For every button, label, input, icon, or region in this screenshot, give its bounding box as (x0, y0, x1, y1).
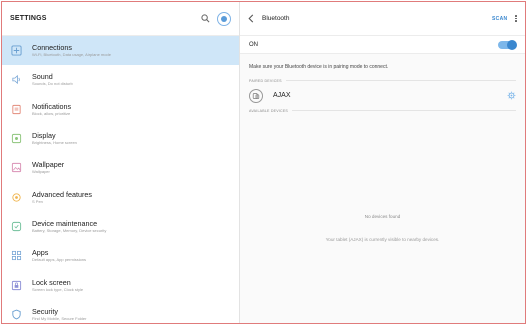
settings-header: SETTINGS (2, 2, 239, 36)
menu-sub: Wi-Fi, Bluetooth, Data usage, Airplane m… (32, 52, 111, 58)
menu-label: Lock screen (32, 277, 71, 287)
wallpaper-icon (10, 162, 22, 174)
menu-item-lock-screen[interactable]: Lock screen Screen lock type, Clock style (2, 270, 239, 299)
search-icon[interactable] (199, 12, 212, 25)
sound-icon (10, 74, 22, 86)
menu-sub: Sounds, Do not disturb (32, 81, 73, 87)
back-arrow-icon[interactable] (248, 14, 256, 24)
menu-sub: Block, allow, prioritize (32, 110, 71, 116)
advanced-features-icon (10, 191, 22, 203)
notifications-icon (10, 103, 22, 115)
menu-label: Device maintenance (32, 218, 98, 228)
screen-frame: SETTINGS Connections Wi-Fi, Bluetooth, Da… (1, 1, 526, 324)
settings-title: SETTINGS (10, 15, 47, 22)
no-devices-subtitle: Your tablet (AJAX) is currently visible … (325, 237, 440, 242)
scan-button[interactable]: SCAN (492, 16, 507, 22)
pairing-message: Make sure your Bluetooth device is in pa… (240, 54, 525, 76)
connections-icon (10, 45, 22, 57)
menu-item-device-maintenance[interactable]: Device maintenance Battery, Storage, Memo… (2, 212, 239, 241)
more-options-icon[interactable] (515, 15, 517, 22)
menu-label: Apps (32, 248, 49, 258)
menu-sub: Find My Mobile, Secure Folder (32, 315, 87, 321)
bluetooth-title: Bluetooth (262, 15, 290, 22)
settings-menu: Connections Wi-Fi, Bluetooth, Data usage,… (2, 36, 239, 323)
menu-label: Wallpaper (32, 160, 65, 170)
apps-icon (10, 250, 22, 262)
menu-sub: Default apps, App permissions (32, 257, 87, 263)
paired-devices-label: PAIRED DEVICES (249, 78, 282, 83)
header-icons (199, 11, 231, 26)
available-devices-header: AVAILABLE DEVICES (240, 106, 525, 115)
menu-item-security[interactable]: Security Find My Mobile, Secure Folder (2, 300, 239, 323)
menu-label: Security (32, 306, 58, 316)
menu-sub: Battery, Storage, Memory, Device securit… (32, 227, 107, 233)
bluetooth-header: Bluetooth SCAN (240, 2, 525, 36)
bluetooth-toggle[interactable] (498, 39, 517, 50)
menu-label: Advanced features (32, 189, 92, 199)
display-icon (10, 133, 22, 145)
security-icon (10, 308, 22, 320)
paired-device-row[interactable]: AJAX (240, 85, 525, 106)
menu-label: Sound (32, 72, 53, 82)
menu-label: Display (32, 131, 56, 141)
settings-panel: SETTINGS Connections Wi-Fi, Bluetooth, Da… (2, 2, 240, 323)
no-devices-title: No devices found (364, 214, 401, 219)
paired-devices-header: PAIRED DEVICES (240, 76, 525, 85)
on-label: ON (249, 41, 258, 48)
bluetooth-toggle-row[interactable]: ON (240, 36, 525, 54)
menu-item-display[interactable]: Display Brightness, Home screen (2, 124, 239, 153)
menu-label: Connections (32, 43, 72, 53)
bluetooth-panel: Bluetooth SCAN ON Make sure your Bluetoo… (240, 2, 525, 323)
menu-sub: S Pen (32, 198, 43, 204)
menu-label: Notifications (32, 101, 72, 111)
lock-screen-icon (10, 279, 22, 291)
menu-item-advanced-features[interactable]: Advanced features S Pen (2, 182, 239, 211)
menu-sub: Brightness, Home screen (32, 140, 77, 146)
toggle-knob (507, 39, 517, 50)
device-name: AJAX (273, 92, 291, 99)
menu-sub: Wallpaper (32, 169, 50, 175)
device-icon (249, 88, 263, 103)
menu-item-sound[interactable]: Sound Sounds, Do not disturb (2, 65, 239, 94)
menu-sub: Screen lock type, Clock style (32, 286, 84, 292)
menu-item-connections[interactable]: Connections Wi-Fi, Bluetooth, Data usage,… (2, 36, 239, 66)
menu-item-notifications[interactable]: Notifications Block, allow, prioritize (2, 95, 239, 124)
menu-item-wallpaper[interactable]: Wallpaper Wallpaper (2, 153, 239, 182)
account-icon[interactable] (217, 11, 231, 26)
available-devices-label: AVAILABLE DEVICES (249, 108, 289, 113)
menu-item-apps[interactable]: Apps Default apps, App permissions (2, 241, 239, 270)
device-maintenance-icon (10, 220, 22, 232)
gear-icon[interactable] (507, 87, 516, 105)
